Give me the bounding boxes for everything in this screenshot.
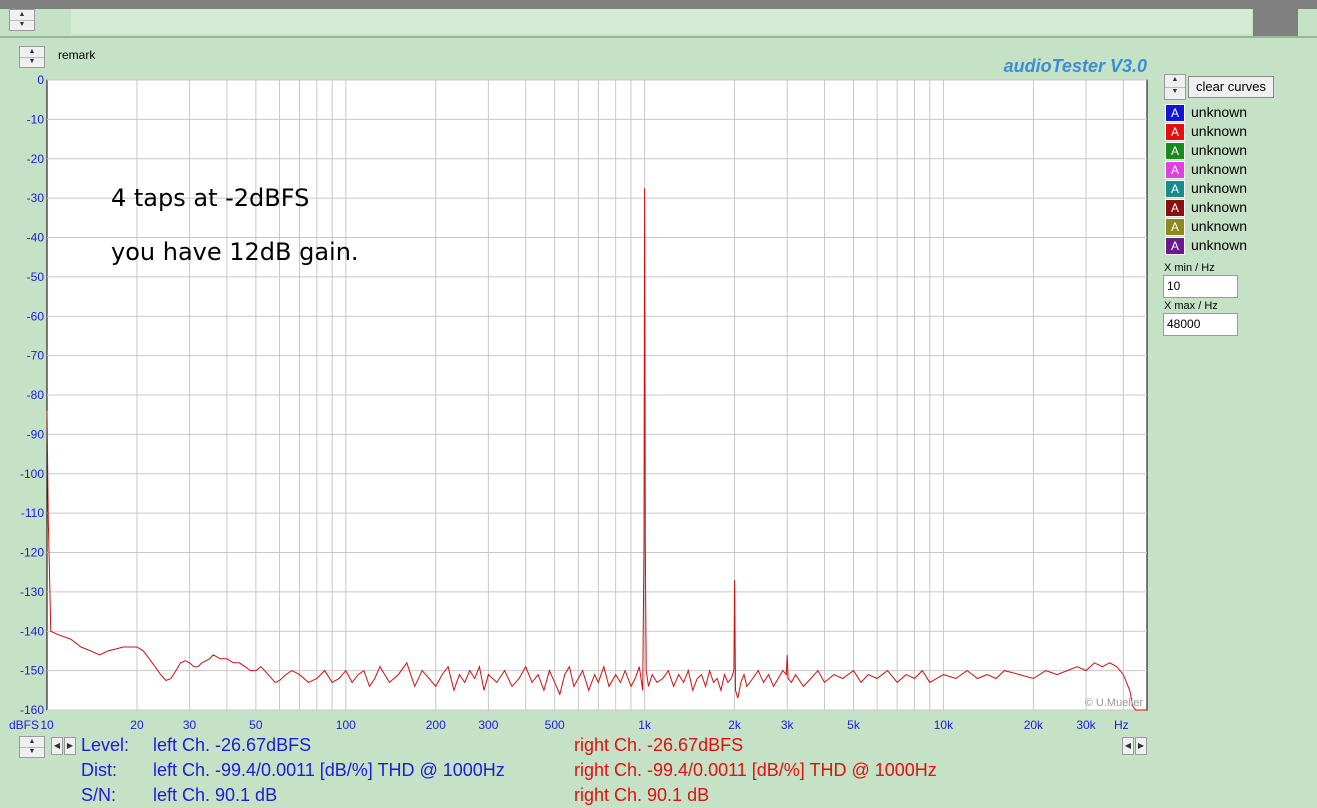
xmax-input[interactable]: 48000 bbox=[1163, 313, 1238, 336]
scroll-left-button-right[interactable]: ◀ bbox=[1122, 737, 1134, 755]
curve-color-swatch[interactable]: A bbox=[1165, 104, 1185, 122]
y-tick-label: -20 bbox=[27, 152, 45, 166]
down-arrow-icon[interactable]: ▼ bbox=[1165, 87, 1185, 97]
legend-label: unknown bbox=[1191, 237, 1248, 253]
x-tick-label: 300 bbox=[478, 718, 498, 732]
xmax-label: X max / Hz bbox=[1164, 300, 1218, 312]
y-tick-label: -70 bbox=[27, 349, 45, 363]
scroll-left-button[interactable]: ◀ bbox=[51, 737, 63, 755]
x-axis-unit: Hz bbox=[1114, 718, 1129, 732]
legend-label: unknown bbox=[1191, 218, 1248, 234]
right-sn-value: right Ch. 90.1 dB bbox=[574, 785, 710, 805]
legend-label: unknown bbox=[1191, 180, 1248, 196]
y-tick-label: -50 bbox=[27, 270, 45, 284]
x-tick-label: 2k bbox=[728, 718, 742, 732]
x-tick-label: 20k bbox=[1024, 718, 1044, 732]
y-tick-label: -90 bbox=[27, 427, 45, 441]
y-tick-label: -110 bbox=[21, 506, 44, 520]
readout-spinner[interactable]: ▲ ▼ bbox=[19, 736, 45, 758]
sn-label: S/N: bbox=[81, 785, 117, 805]
curve-color-swatch[interactable]: A bbox=[1165, 161, 1185, 179]
y-tick-label: -100 bbox=[20, 467, 44, 481]
xmin-input[interactable]: 10 bbox=[1163, 275, 1238, 298]
scroll-right-button-right[interactable]: ▶ bbox=[1135, 737, 1147, 755]
curve-color-swatch[interactable]: A bbox=[1165, 218, 1185, 236]
y-tick-label: -30 bbox=[27, 191, 45, 205]
y-tick-label: -120 bbox=[20, 546, 44, 560]
curve-color-swatch[interactable]: A bbox=[1165, 180, 1185, 198]
xmin-label: X min / Hz bbox=[1164, 262, 1215, 274]
x-tick-label: 100 bbox=[336, 718, 356, 732]
spectrum-chart: 0 -10 -20 -30 -40 -50 -60 -70 -80 -90 -100 -110 -120… bbox=[9, 73, 1148, 732]
level-label: Level: bbox=[81, 735, 130, 755]
right-level-value: right Ch. -26.67dBFS bbox=[574, 735, 744, 755]
y-tick-label: -160 bbox=[20, 703, 44, 717]
scroll-right-button[interactable]: ▶ bbox=[64, 737, 76, 755]
x-tick-label: 10 bbox=[40, 718, 54, 732]
annotation-line-2: you have 12dB gain. bbox=[111, 238, 359, 266]
x-tick-label: 1k bbox=[638, 718, 652, 732]
y-tick-label: -40 bbox=[27, 231, 45, 245]
y-tick-label: -130 bbox=[20, 585, 44, 599]
down-arrow-icon[interactable]: ▼ bbox=[20, 747, 44, 757]
x-tick-label: 10k bbox=[934, 718, 954, 732]
right-dist-value: right Ch. -99.4/0.0011 [dB/%] THD @ 1000… bbox=[574, 760, 937, 780]
left-dist-value: left Ch. -99.4/0.0011 [dB/%] THD @ 1000H… bbox=[153, 760, 505, 780]
y-tick-label: -60 bbox=[27, 309, 45, 323]
legend-label: unknown bbox=[1191, 104, 1248, 120]
clear-curves-button[interactable]: clear curves bbox=[1188, 76, 1274, 98]
y-tick-labels: 0 -10 -20 -30 -40 -50 -60 -70 -80 -90 -100 -110 -120… bbox=[20, 73, 44, 717]
watermark: © U.Mueller bbox=[1085, 697, 1144, 709]
x-tick-label: 5k bbox=[847, 718, 861, 732]
y-tick-label: -150 bbox=[20, 664, 44, 678]
curve-color-swatch[interactable]: A bbox=[1165, 199, 1185, 217]
legend-label: unknown bbox=[1191, 199, 1248, 215]
legend-label: unknown bbox=[1191, 161, 1248, 177]
curve-color-swatch[interactable]: A bbox=[1165, 123, 1185, 141]
annotation-line-1: 4 taps at -2dBFS bbox=[111, 184, 309, 212]
legend-label: unknown bbox=[1191, 142, 1248, 158]
x-tick-label: 200 bbox=[426, 718, 446, 732]
x-tick-label: 20 bbox=[130, 718, 144, 732]
left-sn-value: left Ch. 90.1 dB bbox=[153, 785, 278, 805]
x-tick-label: 500 bbox=[545, 718, 565, 732]
y-tick-label: -80 bbox=[27, 388, 45, 402]
x-tick-label: 50 bbox=[249, 718, 263, 732]
y-axis-label: dBFS bbox=[9, 718, 39, 732]
curve-color-swatch[interactable]: A bbox=[1165, 142, 1185, 160]
dist-label: Dist: bbox=[81, 760, 117, 780]
x-tick-label: 3k bbox=[781, 718, 795, 732]
y-tick-label: 0 bbox=[37, 73, 44, 87]
curve-spinner[interactable]: ▲ ▼ bbox=[1164, 74, 1186, 100]
x-tick-labels: 10 20 30 50 100 200 300 500 1k 2k 3k 5k 10k 20k 30k bbox=[40, 718, 1096, 732]
y-tick-label: -140 bbox=[20, 624, 44, 638]
left-level-value: left Ch. -26.67dBFS bbox=[153, 735, 312, 755]
x-tick-label: 30k bbox=[1076, 718, 1096, 732]
legend-label: unknown bbox=[1191, 123, 1248, 139]
curve-color-swatch[interactable]: A bbox=[1165, 237, 1185, 255]
x-tick-label: 30 bbox=[183, 718, 197, 732]
y-tick-label: -10 bbox=[27, 112, 45, 126]
